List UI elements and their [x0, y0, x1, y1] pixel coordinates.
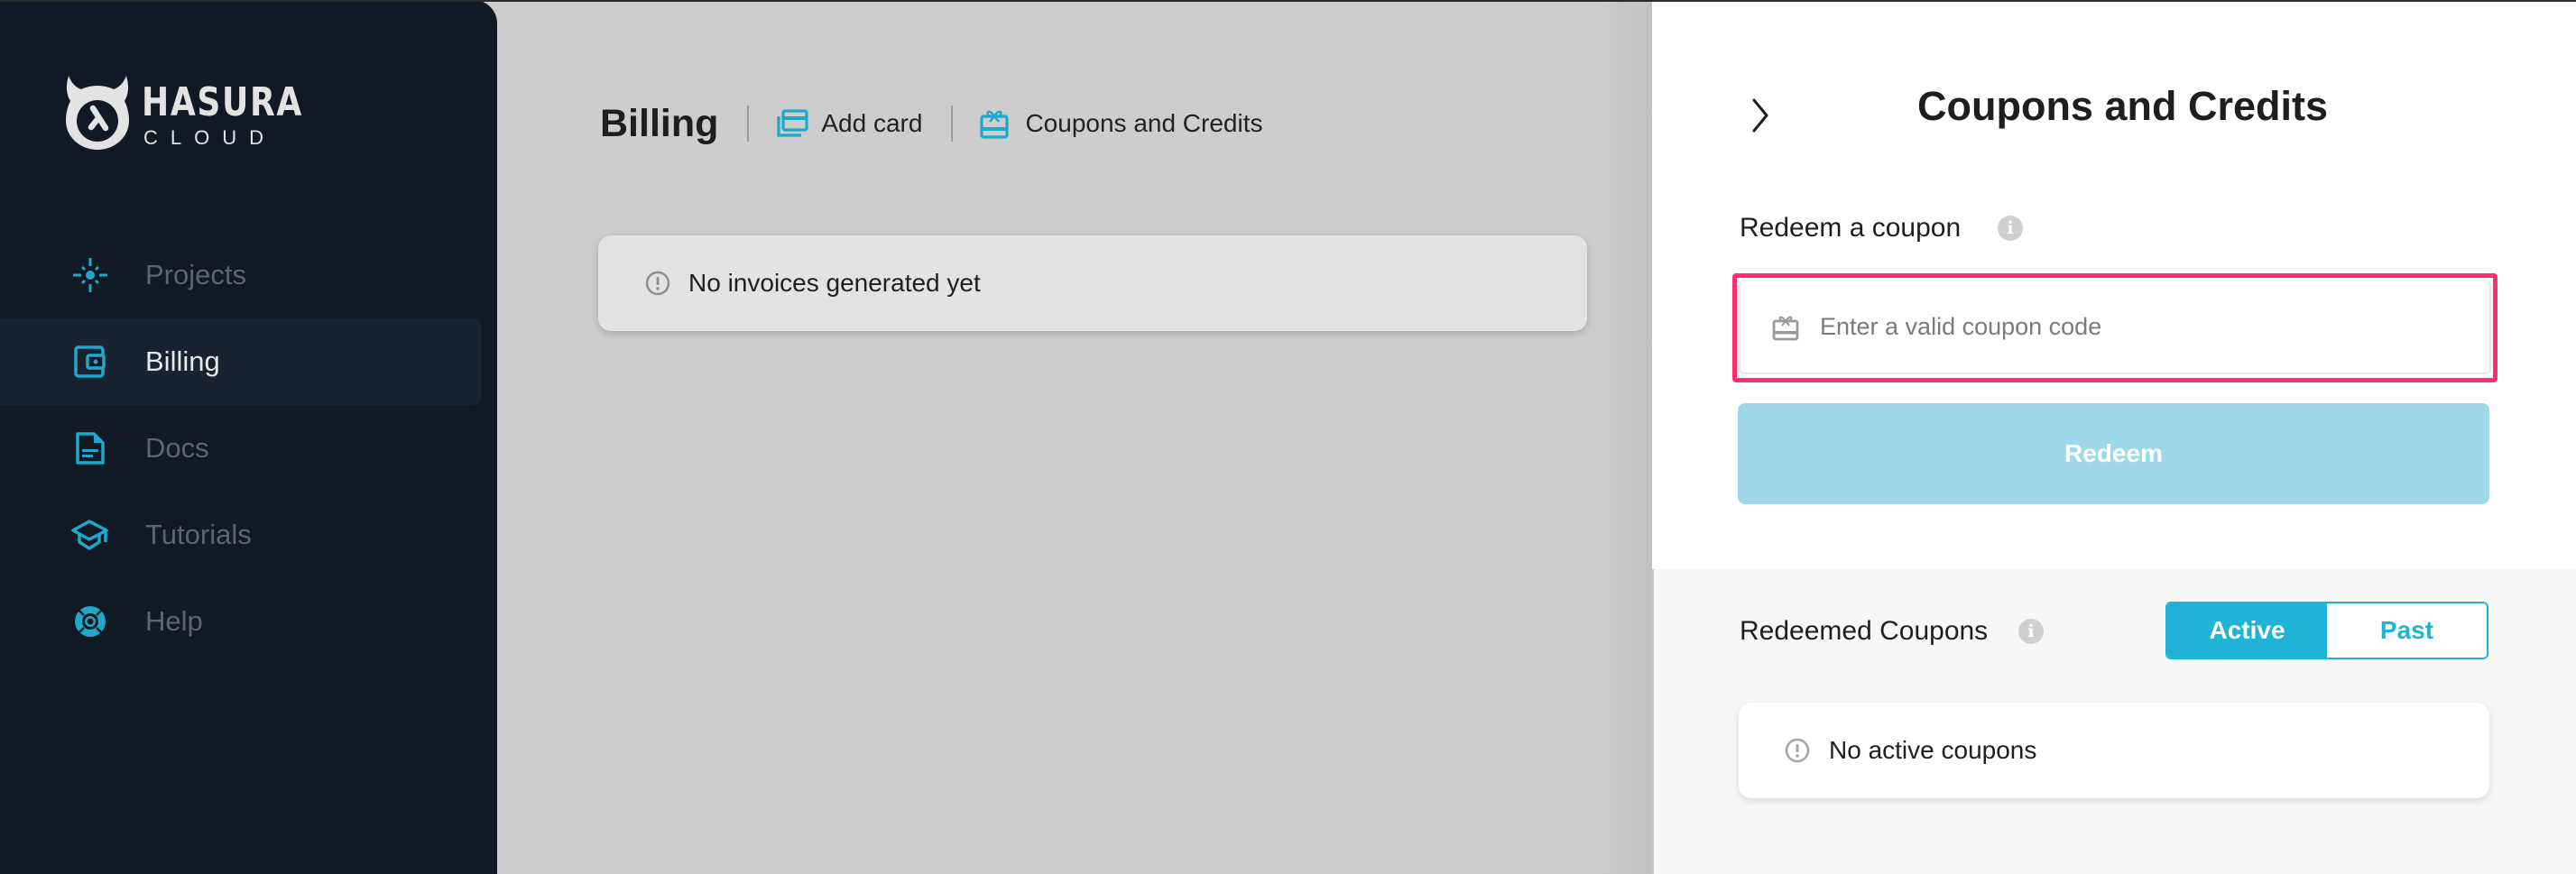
sidebar-item-label: Docs	[145, 432, 209, 464]
hasura-cloud-logo[interactable]: HASURA CLOUD	[63, 72, 301, 150]
chevron-right-icon[interactable]	[1750, 96, 1771, 135]
sidebar-item-label: Tutorials	[145, 519, 252, 550]
coupon-input-container[interactable]	[1739, 280, 2491, 374]
invoices-empty-state: No invoices generated yet	[598, 235, 1587, 331]
sidebar-item-help[interactable]: Help	[0, 578, 482, 665]
panel-title: Coupons and Credits	[1917, 83, 2329, 129]
sidebar-item-projects[interactable]: Projects	[0, 232, 482, 318]
toggle-past[interactable]: Past	[2327, 603, 2487, 658]
redeem-button[interactable]: Redeem	[1738, 403, 2489, 504]
header-divider	[951, 106, 954, 142]
sidebar-nav: Projects Billing Docs Tutorials Help	[0, 232, 497, 665]
redeemed-coupons-label: Redeemed Coupons	[1740, 616, 1989, 646]
coupons-panel: Coupons and Credits Redeem a coupon i Re…	[1652, 0, 2576, 874]
add-card-link[interactable]: Add card	[776, 108, 922, 139]
sidebar-item-billing[interactable]: Billing	[0, 318, 482, 405]
invoices-empty-message: No invoices generated yet	[688, 269, 981, 297]
wallet-icon	[70, 342, 110, 382]
coupons-and-credits-link[interactable]: Coupons and Credits	[980, 108, 1263, 139]
sidebar-item-docs[interactable]: Docs	[0, 405, 482, 492]
sidebar-item-label: Billing	[145, 345, 220, 377]
sidebar: HASURA CLOUD Projects Billing Docs Tutor…	[0, 0, 497, 874]
window-top-border	[0, 0, 2576, 2]
redeem-coupon-label: Redeem a coupon	[1740, 213, 1962, 243]
page-header: Billing Add card Coupons and Credits	[600, 97, 1263, 150]
coupons-empty-message: No active coupons	[1829, 736, 2037, 764]
hasura-logo-icon	[66, 76, 129, 150]
coupon-status-toggle: Active Past	[2165, 602, 2488, 659]
gift-card-icon	[980, 108, 1014, 139]
lifebuoy-icon	[70, 602, 110, 641]
info-icon[interactable]: i	[1998, 216, 2023, 241]
redeem-section: Coupons and Credits Redeem a coupon i Re…	[1652, 0, 2576, 569]
coupon-input-focus-ring	[1732, 273, 2498, 382]
brand-product: CLOUD	[143, 126, 277, 149]
header-divider	[747, 106, 750, 142]
add-card-label: Add card	[821, 109, 923, 137]
info-icon[interactable]: i	[2018, 619, 2044, 644]
coupons-empty-state: No active coupons	[1739, 703, 2489, 798]
document-icon	[70, 428, 110, 468]
alert-circle-icon	[645, 271, 670, 296]
coupons-and-credits-label: Coupons and Credits	[1025, 109, 1263, 137]
sidebar-item-label: Projects	[145, 259, 246, 290]
main-content: Billing Add card Coupons and Credits No …	[497, 0, 1652, 874]
toggle-active[interactable]: Active	[2167, 603, 2327, 658]
sidebar-item-tutorials[interactable]: Tutorials	[0, 492, 482, 578]
alert-circle-icon	[1785, 738, 1810, 763]
panel-shadow	[1598, 0, 1652, 874]
page-title: Billing	[600, 101, 719, 145]
credit-cards-icon	[776, 108, 810, 139]
graduation-cap-icon	[70, 515, 110, 555]
projects-icon	[70, 255, 110, 295]
sidebar-item-label: Help	[145, 605, 203, 637]
gift-card-icon	[1772, 316, 1799, 340]
brand-name: HASURA	[142, 79, 303, 125]
coupon-code-input[interactable]	[1820, 313, 2451, 341]
